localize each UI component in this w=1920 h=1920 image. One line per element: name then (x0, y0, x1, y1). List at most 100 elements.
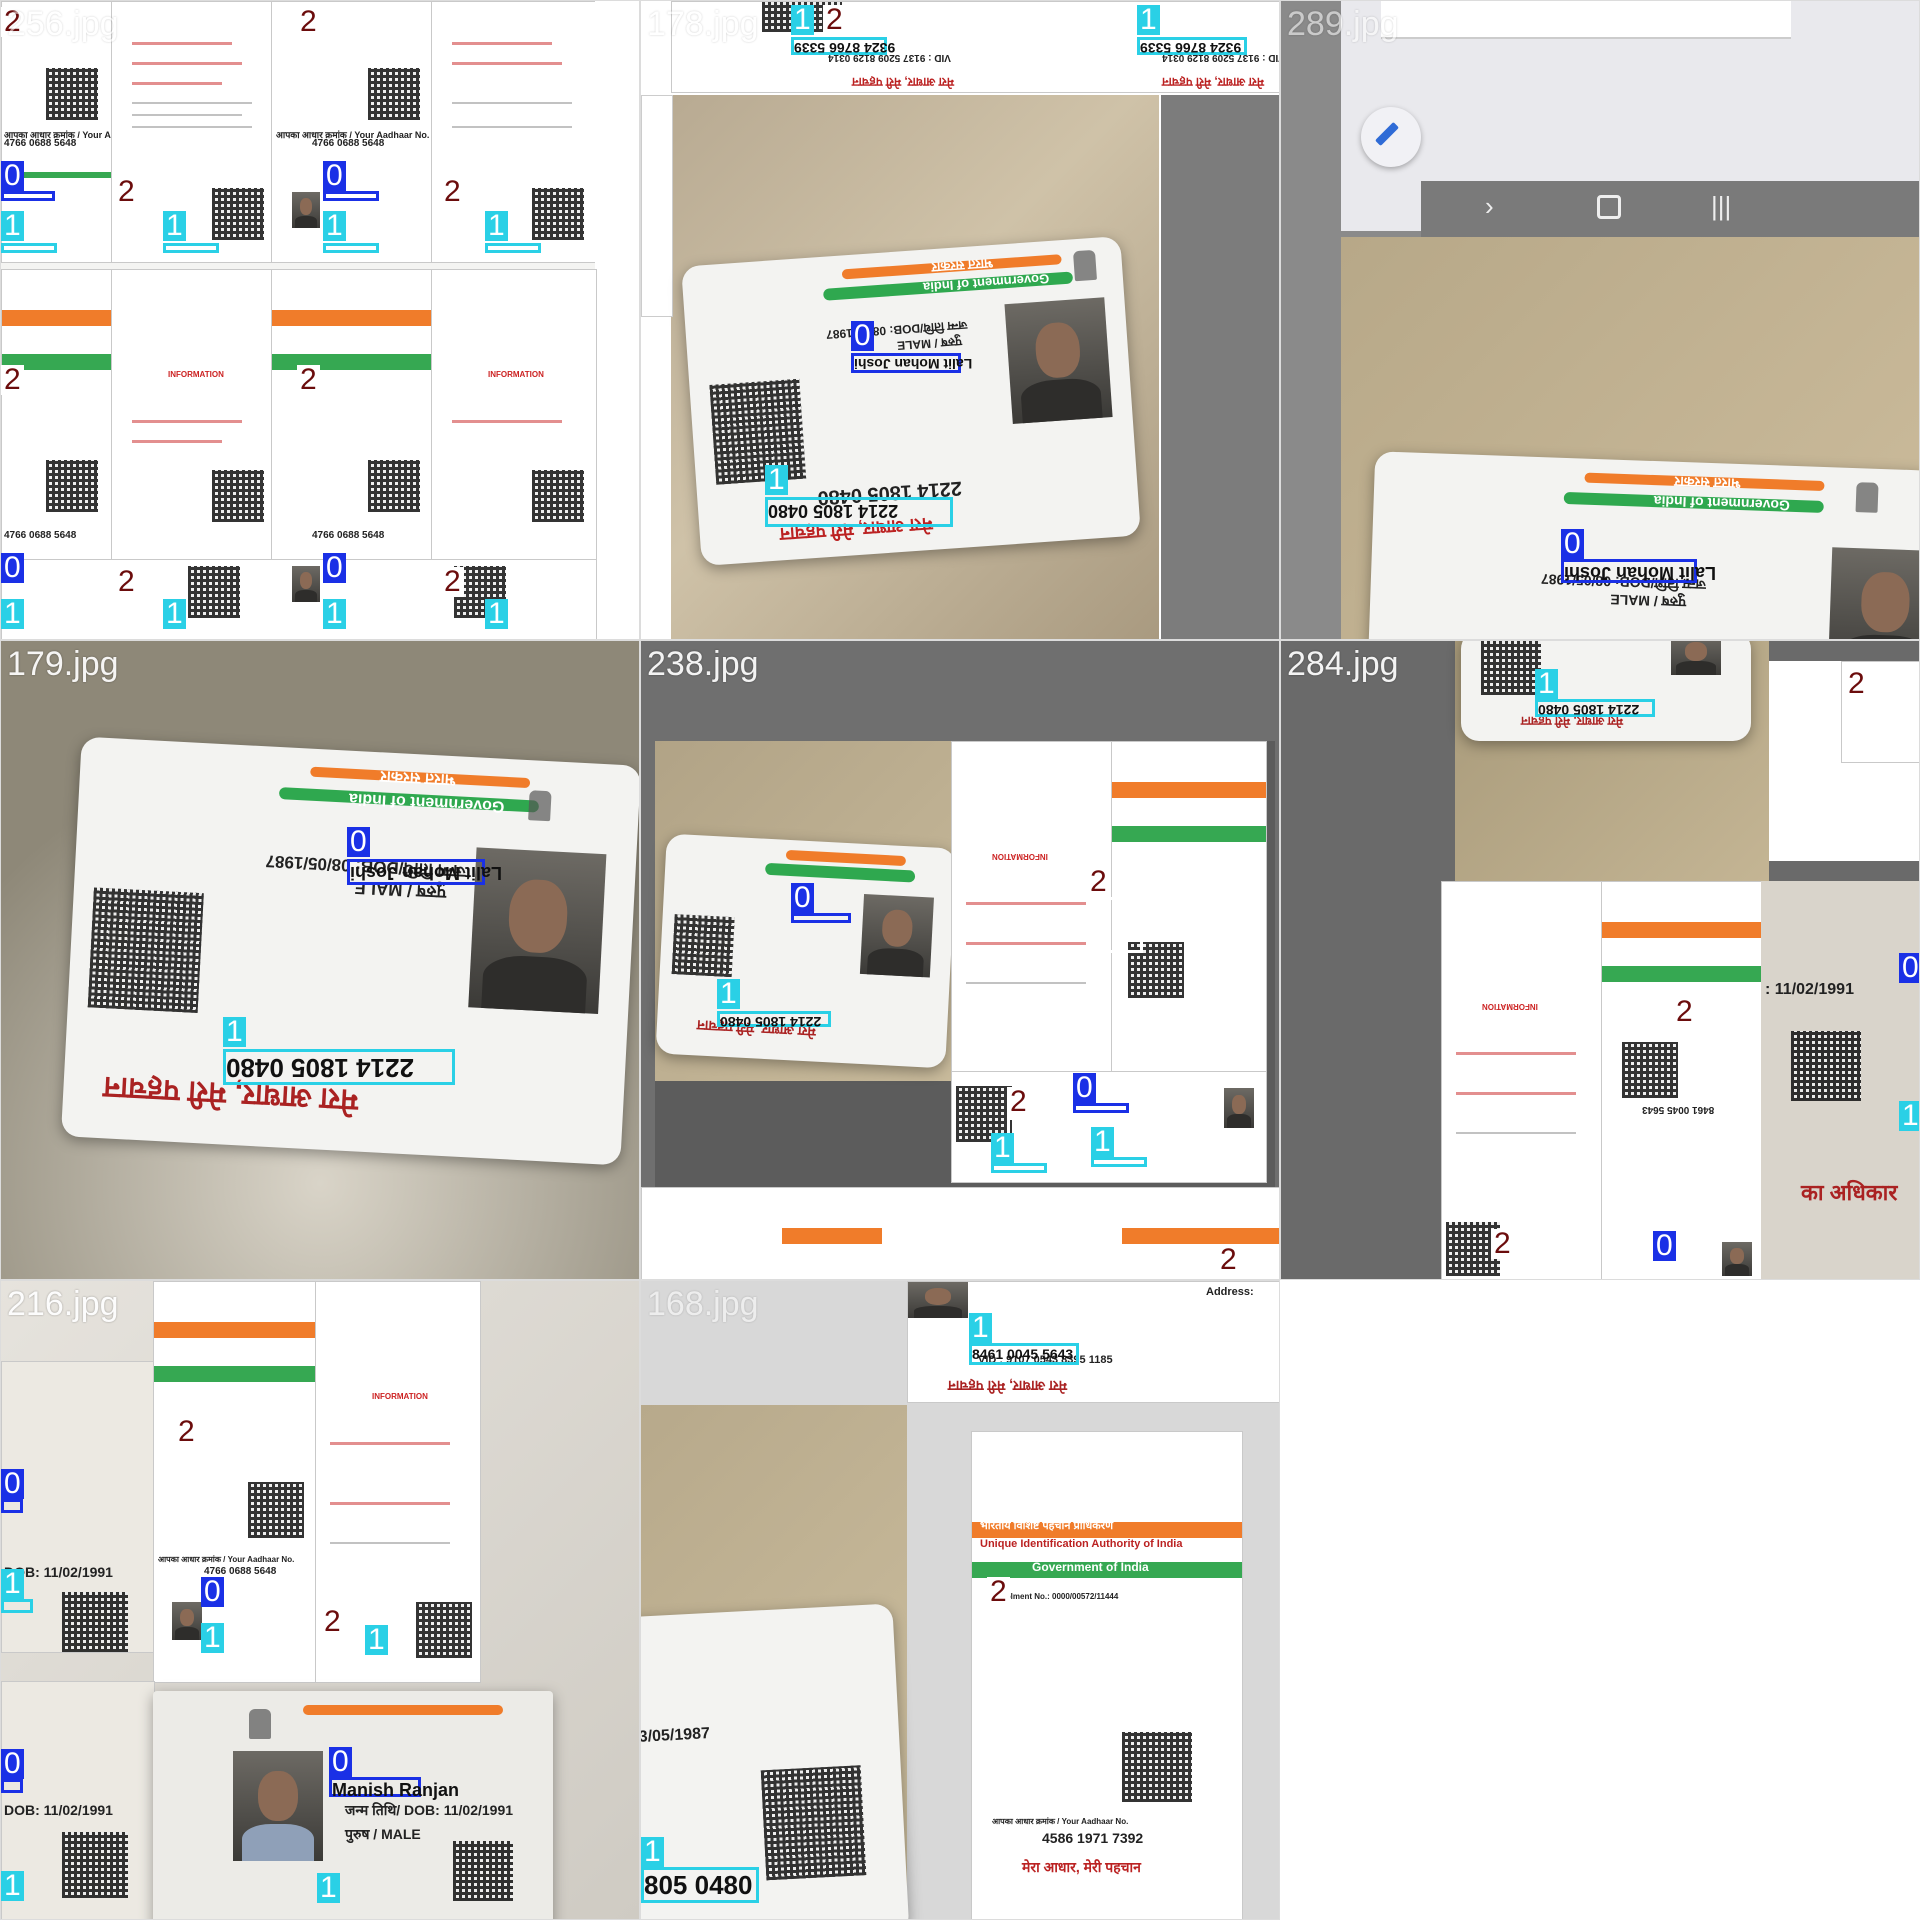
gender-text: पुरुष / MALE (1610, 591, 1687, 611)
class-label-1: 1 (1137, 5, 1160, 35)
class-label-2: 2 (441, 177, 464, 207)
bbox-class-1 (485, 243, 541, 253)
back-icon[interactable]: › (1485, 191, 1494, 222)
class-label-2: 2 (1673, 997, 1696, 1027)
doc-page: 8461 0045 5643 (1601, 881, 1763, 1279)
bbox-class-1 (323, 243, 379, 253)
class-label-2: 2 (1007, 1087, 1030, 1117)
doc-page (431, 1, 597, 263)
gov-english: Government of India (1653, 493, 1791, 514)
class-label-0: 0 (1, 1749, 24, 1779)
doc-page: INFORMATION (1441, 881, 1603, 1279)
class-label-1: 1 (1, 1569, 24, 1599)
tagline: मेरा आधार, मेरी पहचान (1022, 1859, 1141, 1875)
class-label-0: 0 (791, 883, 814, 913)
aadhaar-number: 4766 0688 5648 (4, 138, 77, 149)
class-label-2: 2 (1491, 1229, 1514, 1259)
bbox-class-2 (1087, 897, 1143, 953)
tagline: मेरा आधार, मेरी पहचान (948, 1378, 1067, 1394)
bbox-class-0: Manish Ranjan (329, 1777, 459, 1800)
uidai-hindi: भारतीय विशिष्ट पहचान प्राधिकरण (980, 1520, 1114, 1532)
information-heading: INFORMATION (992, 852, 1048, 861)
doc-page: INFORMATION (111, 269, 273, 561)
class-label-1: 1 (485, 211, 508, 241)
information-heading: INFORMATION (488, 370, 544, 379)
aadhaar-number: 8461 0045 5643 (1642, 1104, 1715, 1115)
class-label-1: 1 (1091, 1127, 1114, 1157)
bbox-class-0 (1, 1779, 23, 1793)
mosaic-grid: आपका आधार क्रमांक / Your Aadhaar No. 476… (0, 0, 1920, 1920)
class-label-2: 2 (441, 567, 464, 597)
tile-178: VID : 9137 5209 8129 0314 VID : 9137 520… (640, 0, 1280, 640)
empty-tile (1280, 1280, 1920, 1920)
bbox-class-0: Lalit Mohan Joshi (1561, 559, 1716, 583)
gender-text: पुरुष / MALE (896, 334, 963, 353)
class-label-1: 1 (163, 211, 186, 241)
tile-filename: 216.jpg (7, 1285, 119, 1323)
gov-english: Government of India (348, 789, 505, 815)
dob-fragment: : 11/02/1991 (1765, 981, 1854, 998)
class-label-2: 2 (297, 7, 320, 37)
bbox-class-2 (1007, 1117, 1063, 1145)
class-label-1: 1 (317, 1873, 340, 1903)
class-label-2: 2 (297, 365, 320, 395)
home-icon[interactable] (1597, 195, 1621, 219)
class-label-1: 1 (791, 5, 814, 35)
bbox-class-1: 2214 1805 0480 (223, 1049, 455, 1085)
doc-strip: VID : 9107 0543 8395 1185 मेरा आधार, मेर… (907, 1281, 1279, 1403)
bbox-class-0: Lalit Mohan Joshi (851, 353, 972, 373)
pencil-icon (1374, 121, 1400, 147)
class-label-1: 1 (1535, 669, 1558, 699)
bbox-class-1: 2214 1805 0480 (765, 497, 953, 527)
class-label-1: 1 (969, 1313, 992, 1343)
tile-filename: 168.jpg (647, 1285, 759, 1323)
gov-hindi: भारत सरकार (931, 255, 994, 276)
class-label-1: 1 (163, 599, 186, 629)
tagline: मेरा आधार, मेरी पहचान (852, 75, 954, 89)
class-label-0: 0 (1, 161, 24, 191)
class-label-1: 1 (1, 1871, 24, 1901)
class-label-1: 1 (1899, 1101, 1919, 1131)
edit-fab[interactable] (1361, 107, 1421, 167)
class-label-0: 0 (1653, 1231, 1676, 1261)
bbox-class-0 (1, 191, 55, 201)
class-label-0: 0 (1561, 529, 1584, 559)
aadhaar-number: 4766 0688 5648 (312, 138, 385, 149)
class-label-2: 2 (1087, 867, 1110, 897)
class-label-1: 1 (641, 1837, 664, 1867)
doc-page: आपका आधार क्रमांक / Your Aadhaar No. 476… (153, 1281, 317, 1683)
address-label: Address: (1206, 1286, 1254, 1298)
class-label-1: 1 (201, 1623, 224, 1653)
tile-238: मेरा आधार, मेरी पहचान INFORMATION 0 1 22… (640, 640, 1280, 1280)
bbox-text: 2214 1805 0480 (720, 1014, 822, 1030)
tile-179: भारत सरकार Government of India जन्म तिथि… (0, 640, 640, 1280)
class-label-2: 2 (115, 567, 138, 597)
bbox-class-0 (323, 191, 379, 201)
class-label-2: 2 (175, 1417, 198, 1447)
text-fragment: का अधिकार (1801, 1180, 1898, 1205)
android-navbar: › ||| (1421, 181, 1919, 237)
bbox-text: Lalit Mohan Joshi (854, 356, 973, 372)
side-strip (641, 95, 673, 317)
dob-text: जन्म तिथि/ DOB: 11/02/1991 (345, 1802, 514, 1818)
class-label-0: 0 (201, 1577, 224, 1607)
bbox-text: 2214 1805 0480 (768, 501, 899, 521)
aadhaar-no-label: आपका आधार क्रमांक / Your Aadhaar No. (158, 1555, 295, 1564)
bbox-class-1 (1, 243, 57, 253)
tagline: मेरा आधार, मेरी पहचान (1162, 75, 1264, 89)
class-label-1: 1 (485, 599, 508, 629)
tile-168: VID : 9107 0543 8395 1185 मेरा आधार, मेर… (640, 1280, 1280, 1920)
card-fragment: : 11/02/1991 का अधिकार (1761, 881, 1919, 1279)
class-label-2: 2 (321, 1607, 344, 1637)
aadhaar-card: मेरा आधार, मेरी पहचान (655, 833, 957, 1069)
class-label-0: 0 (1899, 953, 1919, 983)
bbox-class-0 (791, 913, 851, 923)
information-heading: INFORMATION (1482, 1002, 1538, 1011)
class-label-1: 1 (365, 1625, 388, 1655)
aadhaar-number: 4586 1971 7392 (1042, 1830, 1144, 1846)
bbox-class-1: 2214 1805 0480 (1535, 699, 1655, 718)
class-label-1: 1 (223, 1017, 246, 1047)
recents-icon[interactable]: ||| (1711, 191, 1731, 222)
bbox-class-0 (1073, 1103, 1129, 1113)
tile-256: आपका आधार क्रमांक / Your Aadhaar No. 476… (0, 0, 640, 640)
